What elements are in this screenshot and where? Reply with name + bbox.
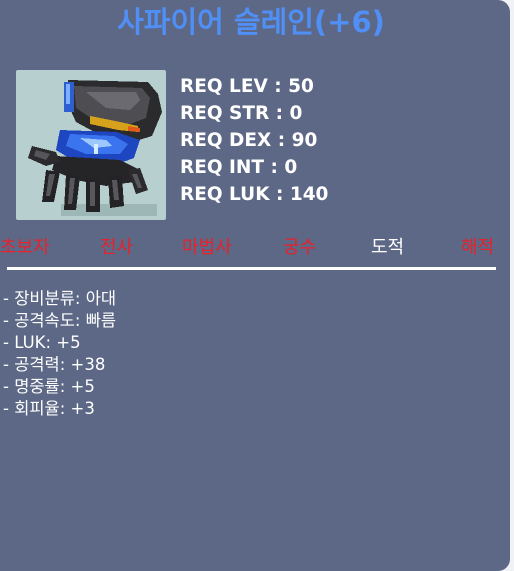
req-str: REQ STR : 0 [180, 103, 303, 124]
job-pirate: 해적 [461, 237, 495, 258]
req-dex: REQ DEX : 90 [180, 130, 318, 151]
stat-luk: - LUK: +5 [3, 333, 81, 352]
divider [7, 267, 496, 270]
req-level: REQ LEV : 50 [180, 76, 314, 97]
item-tooltip: 사파이어 슬레인(+6) REQ LEV: 50 REQ STR: 0 RE… [0, 0, 510, 571]
stat-accuracy: - 명중률: +5 [3, 377, 95, 396]
job-beginner: 초보자 [0, 237, 50, 258]
job-magician: 마법사 [182, 237, 232, 258]
stat-attack: - 공격력: +38 [3, 355, 106, 374]
job-archer: 궁수 [283, 237, 317, 258]
job-thief: 도적 [371, 237, 405, 258]
stat-avoidability: - 회피율: +3 [3, 399, 95, 418]
item-image [16, 70, 166, 220]
item-name: 사파이어 슬레인(+6) [117, 5, 385, 39]
requirements-list: REQ LEV : 50 REQ STR : 0 REQ DEX : 90 RE… [180, 73, 328, 208]
item-stats: - 장비분류: 아대 - 공격속도: 빠름 - LUK: +5 - 공격력: +… [3, 288, 116, 420]
stat-category: - 장비분류: 아대 [3, 289, 117, 308]
stat-attack-speed: - 공격속도: 빠름 [3, 311, 117, 330]
req-int: REQ INT : 0 [180, 157, 298, 178]
job-warrior: 전사 [100, 237, 134, 258]
req-luk: REQ LUK : 140 [180, 184, 329, 205]
job-restrictions: 초보자 전사 마법사 궁수 도적 해적 [0, 235, 510, 261]
glove-icon [28, 80, 162, 216]
